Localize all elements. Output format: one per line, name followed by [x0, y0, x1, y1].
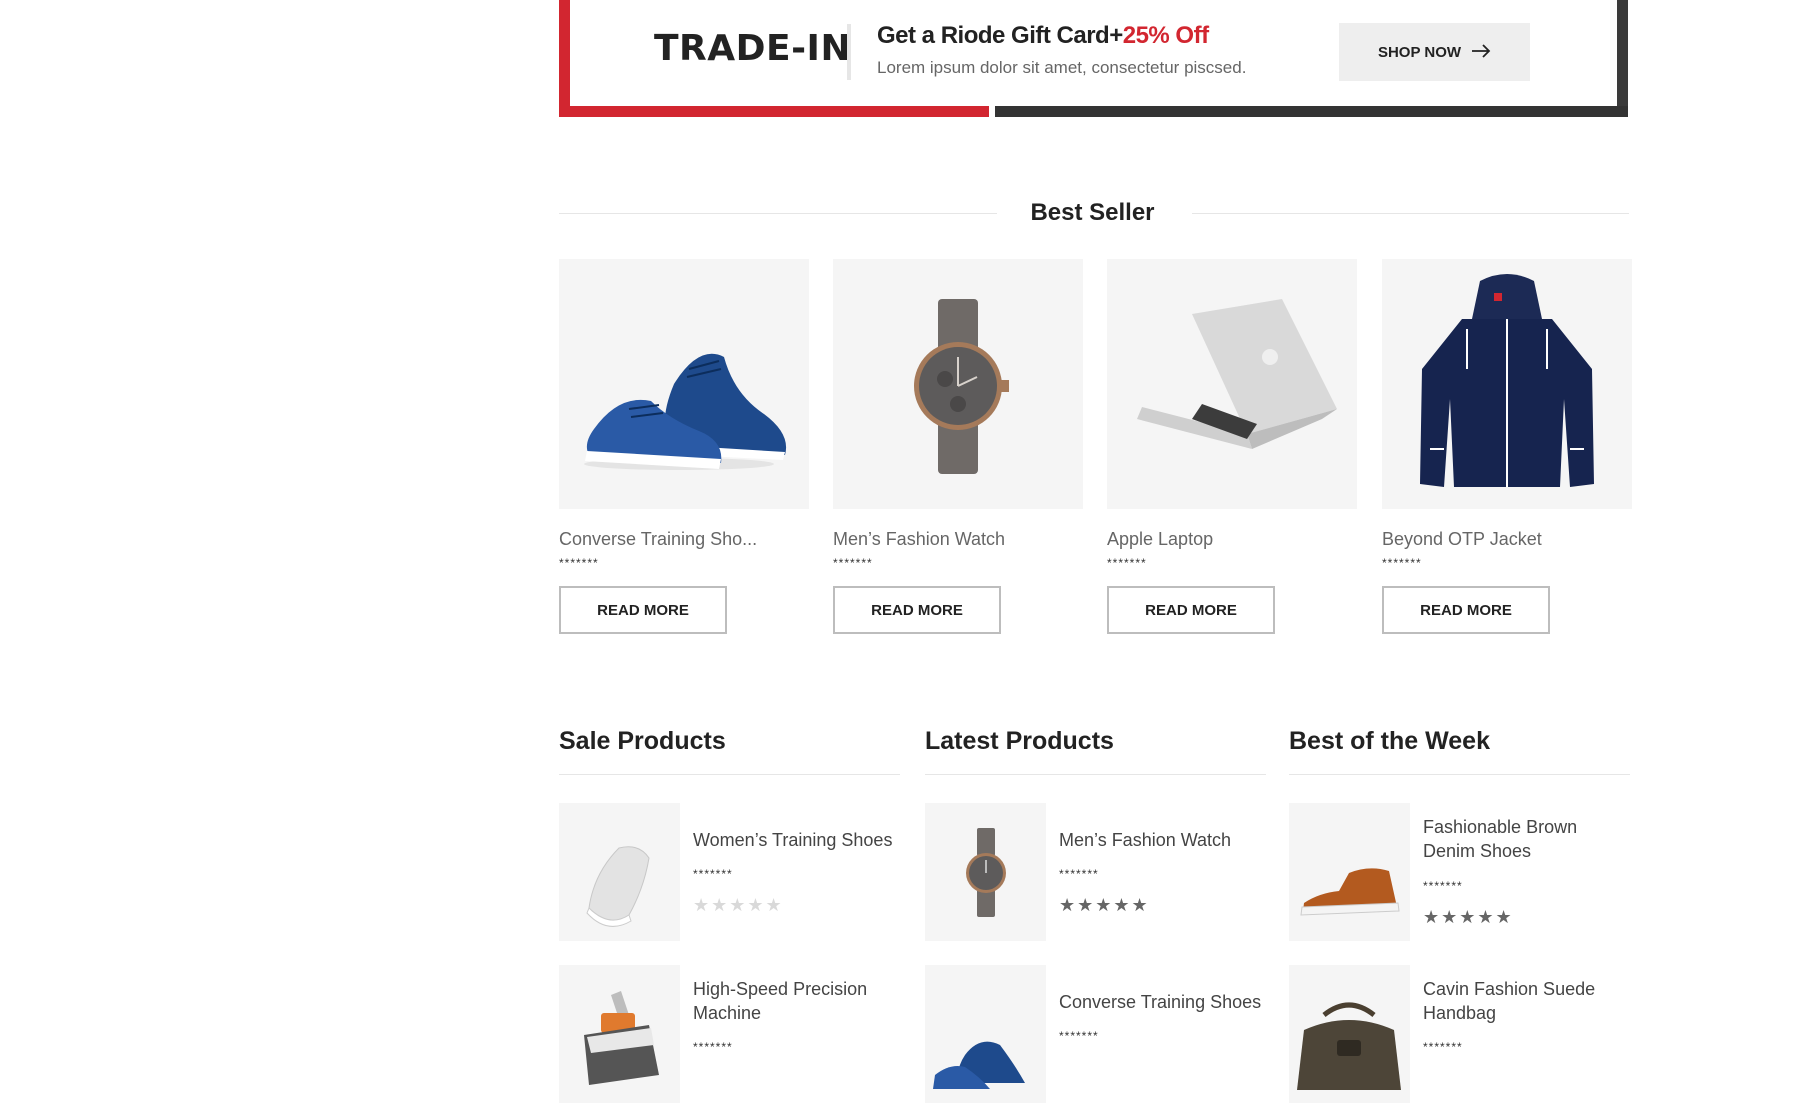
- list-item: Women’s Training Shoes ******* ★★★★★: [559, 803, 900, 941]
- list-item: Converse Training Shoes *******: [925, 965, 1266, 1103]
- product-rating-placeholder: *******: [559, 556, 599, 570]
- product-thumb-watch[interactable]: [925, 803, 1046, 941]
- star-rating: ★★★★★: [1059, 895, 1150, 915]
- product-name[interactable]: Apple Laptop: [1107, 529, 1357, 550]
- list-item: Men’s Fashion Watch ******* ★★★★★: [925, 803, 1266, 941]
- product-card: Men’s Fashion Watch ******* READ MORE: [833, 259, 1083, 634]
- product-thumb-white-sneaker[interactable]: [559, 803, 680, 941]
- product-thumb-sneakers[interactable]: [925, 965, 1046, 1103]
- product-name[interactable]: Beyond OTP Jacket: [1382, 529, 1632, 550]
- product-rating-placeholder: *******: [1423, 1040, 1463, 1054]
- product-rating-placeholder: *******: [693, 1040, 733, 1054]
- star-rating: ★★★★★: [1423, 907, 1514, 927]
- product-image-jacket[interactable]: [1382, 259, 1632, 509]
- product-card: Beyond OTP Jacket ******* READ MORE: [1382, 259, 1632, 634]
- read-more-button[interactable]: READ MORE: [833, 586, 1001, 634]
- product-rating-placeholder: *******: [1059, 1029, 1099, 1043]
- product-rating-placeholder: *******: [693, 867, 733, 881]
- latest-products-title: Latest Products: [925, 727, 1114, 755]
- product-thumb-handbag[interactable]: [1289, 965, 1410, 1103]
- column-divider: [559, 774, 900, 775]
- read-more-button[interactable]: READ MORE: [1107, 586, 1275, 634]
- product-thumb-machine[interactable]: [559, 965, 680, 1103]
- read-more-button[interactable]: READ MORE: [1382, 586, 1550, 634]
- read-more-button[interactable]: READ MORE: [559, 586, 727, 634]
- product-name[interactable]: High-Speed Precision Machine: [693, 977, 903, 1025]
- sale-products-title: Sale Products: [559, 727, 726, 755]
- product-rating-placeholder: *******: [1423, 879, 1463, 893]
- product-thumb-brown-shoe[interactable]: [1289, 803, 1410, 941]
- product-name[interactable]: Women’s Training Shoes: [693, 828, 903, 852]
- product-name[interactable]: Converse Training Shoes: [1059, 990, 1269, 1014]
- best-of-week-column: Best of the Week: [1289, 727, 1630, 775]
- arrow-right-icon: [1471, 41, 1491, 64]
- product-card: Apple Laptop ******* READ MORE: [1107, 259, 1357, 634]
- product-image-watch[interactable]: [833, 259, 1083, 509]
- section-divider-left: [559, 213, 997, 214]
- list-item: Cavin Fashion Suede Handbag *******: [1289, 965, 1630, 1103]
- section-divider-right: [1192, 213, 1629, 214]
- list-item: Fashionable Brown Denim Shoes ******* ★★…: [1289, 803, 1630, 941]
- list-item: High-Speed Precision Machine *******: [559, 965, 900, 1103]
- gift-card-subtitle: Lorem ipsum dolor sit amet, consectetur …: [877, 58, 1247, 77]
- banner-bottom-dark: [995, 106, 1628, 117]
- gift-card-title: Get a Riode Gift Card+25% Off: [877, 22, 1209, 50]
- sale-products-column: Sale Products: [559, 727, 900, 775]
- product-rating-placeholder: *******: [1107, 556, 1147, 570]
- trade-in-banner: TRADE-IN Get a Riode Gift Card+25% Off L…: [559, 0, 1628, 117]
- product-name[interactable]: Converse Training Sho...: [559, 529, 809, 550]
- trade-in-title: TRADE-IN: [654, 28, 852, 69]
- product-rating-placeholder: *******: [1059, 867, 1099, 881]
- product-name[interactable]: Men’s Fashion Watch: [833, 529, 1083, 550]
- column-divider: [925, 774, 1266, 775]
- star-rating: ★★★★★: [693, 895, 784, 915]
- product-name[interactable]: Cavin Fashion Suede Handbag: [1423, 977, 1633, 1025]
- product-name[interactable]: Fashionable Brown Denim Shoes: [1423, 815, 1633, 863]
- best-seller-title: Best Seller: [1030, 199, 1155, 226]
- product-image-laptop[interactable]: [1107, 259, 1357, 509]
- shop-now-label: SHOP NOW: [1377, 43, 1462, 61]
- product-rating-placeholder: *******: [833, 556, 873, 570]
- gift-card-text: Get a Riode Gift Card+: [877, 22, 1123, 49]
- product-card: Converse Training Sho... ******* READ MO…: [559, 259, 809, 634]
- product-rating-placeholder: *******: [1382, 556, 1422, 570]
- shop-now-button[interactable]: SHOP NOW: [1339, 23, 1530, 81]
- latest-products-column: Latest Products: [925, 727, 1266, 775]
- column-divider: [1289, 774, 1630, 775]
- best-of-week-title: Best of the Week: [1289, 727, 1490, 755]
- banner-divider: [847, 24, 851, 80]
- gift-card-discount: 25% Off: [1122, 22, 1209, 49]
- product-name[interactable]: Men’s Fashion Watch: [1059, 828, 1269, 852]
- product-image-sneakers[interactable]: [559, 259, 809, 509]
- banner-bottom-red: [559, 106, 989, 117]
